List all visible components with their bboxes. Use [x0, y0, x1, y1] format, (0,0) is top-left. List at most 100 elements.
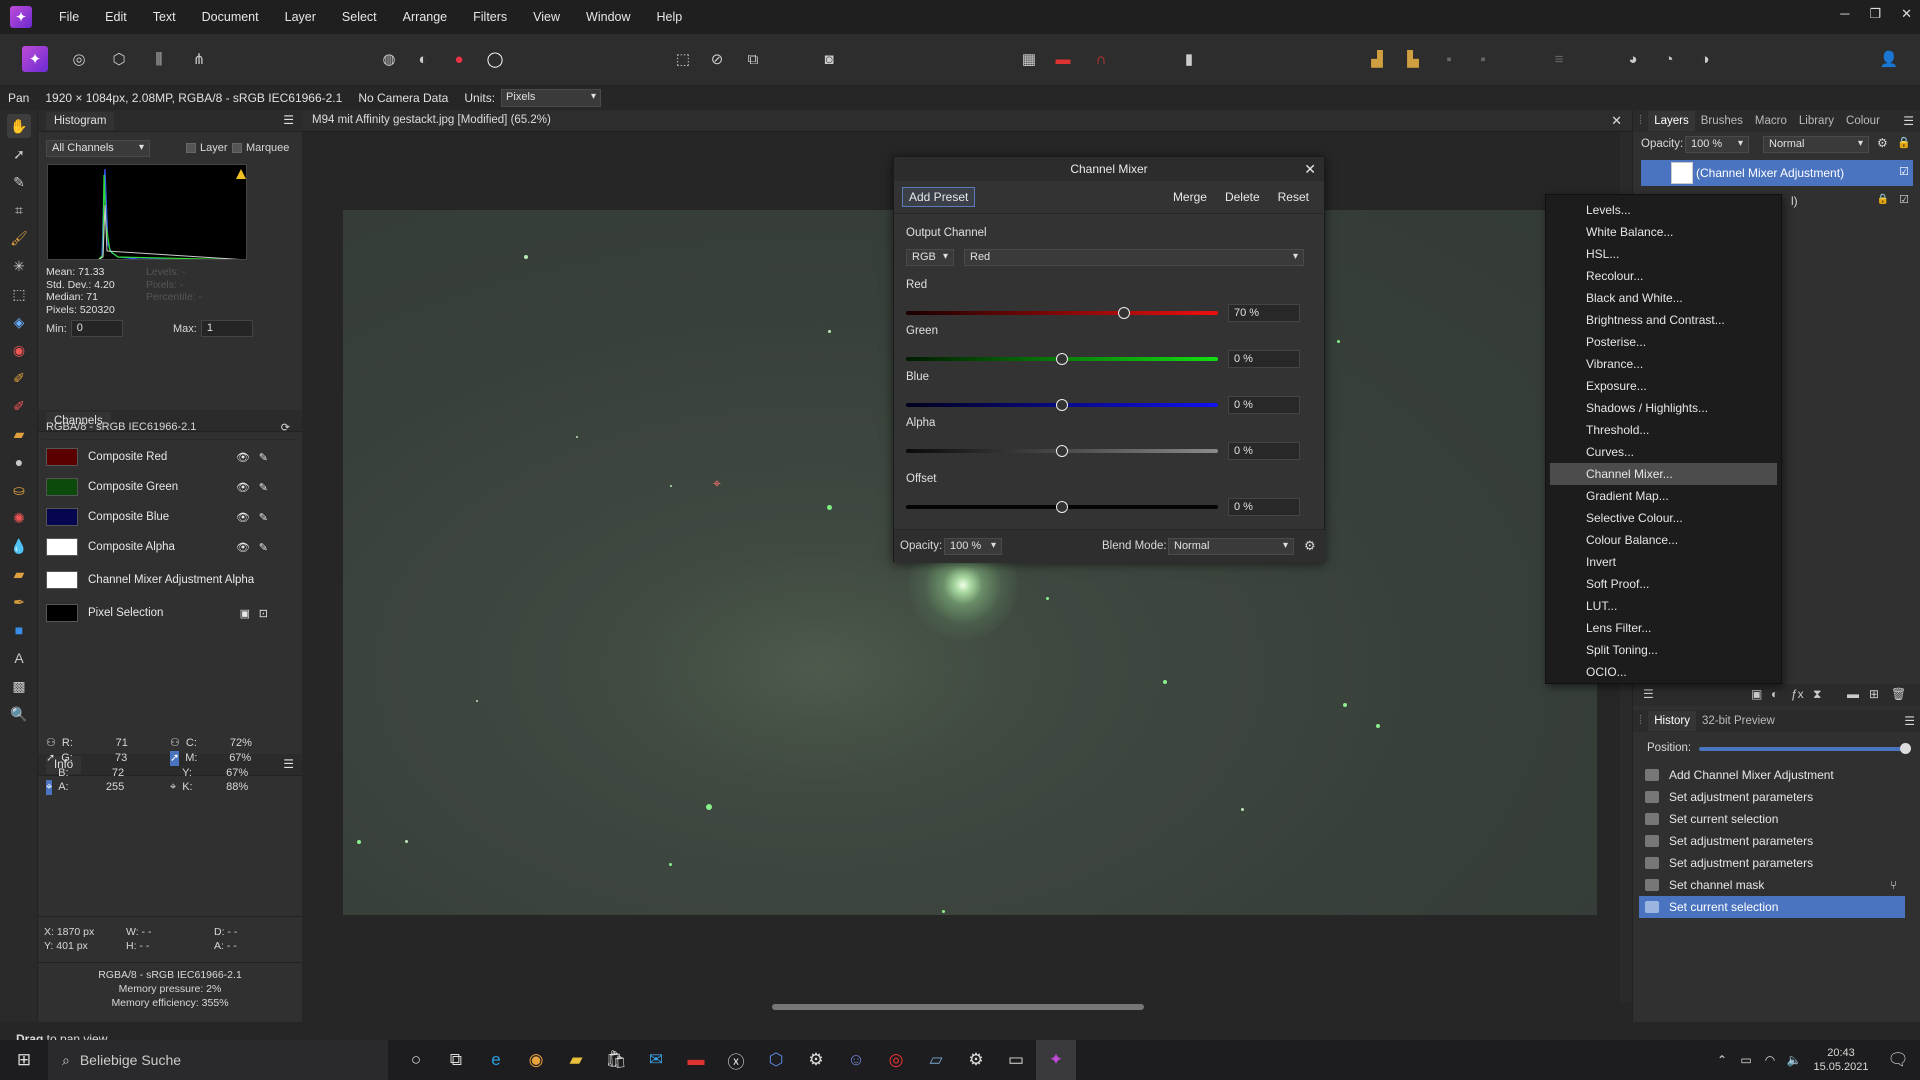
- delete-layer-icon[interactable]: 🗑: [1891, 687, 1906, 701]
- menu-item-selective-colour[interactable]: Selective Colour...: [1550, 507, 1777, 529]
- green-slider-thumb[interactable]: [1056, 353, 1068, 365]
- layer-settings-icon[interactable]: ⚙: [1877, 136, 1888, 150]
- menu-item-lens-filter[interactable]: Lens Filter...: [1550, 617, 1777, 639]
- paint-brush-icon[interactable]: ✐: [7, 366, 31, 390]
- menu-item-posterise[interactable]: Posterise...: [1550, 331, 1777, 353]
- menu-arrange[interactable]: Arrange: [390, 10, 460, 24]
- dialog-titlebar[interactable]: Channel Mixer ✕: [894, 157, 1324, 181]
- edit-pen-icon[interactable]: ✎: [259, 481, 268, 494]
- layer-visible-checkbox-icon[interactable]: ☑: [1899, 165, 1909, 178]
- marquee-check-icon[interactable]: [232, 143, 242, 154]
- align-icon[interactable]: ≡: [1546, 46, 1572, 72]
- menu-item-exposure[interactable]: Exposure...: [1550, 375, 1777, 397]
- menu-item-hsl[interactable]: HSL...: [1550, 243, 1777, 265]
- visibility-eye-icon[interactable]: 👁: [236, 541, 250, 554]
- tab-library[interactable]: Library: [1793, 115, 1840, 127]
- grid-icon[interactable]: ▬: [1050, 46, 1076, 72]
- layer-visible-checkbox-icon[interactable]: ☑: [1899, 193, 1909, 206]
- affinity-logo-icon[interactable]: ✦: [10, 6, 32, 28]
- menu-item-brightness-contrast[interactable]: Brightness and Contrast...: [1550, 309, 1777, 331]
- panel-menu-icon[interactable]: ☰: [283, 113, 294, 127]
- delete-button[interactable]: Delete: [1218, 187, 1267, 207]
- rectangle-tool-icon[interactable]: ■: [7, 618, 31, 642]
- adjustment-icon[interactable]: ◐: [1771, 687, 1778, 701]
- red-slider-thumb[interactable]: [1118, 307, 1131, 319]
- edit-pen-icon[interactable]: ✎: [259, 451, 268, 464]
- menu-layer[interactable]: Layer: [272, 10, 329, 24]
- layer-opacity-value[interactable]: 100 %: [1685, 136, 1749, 153]
- menu-item-black-and-white[interactable]: Black and White...: [1550, 287, 1777, 309]
- boolean-subtract-icon[interactable]: ◔: [1656, 46, 1682, 72]
- taskbar-search[interactable]: ⌕ Beliebige Suche: [48, 1040, 388, 1080]
- offset-slider-thumb[interactable]: [1056, 501, 1068, 513]
- discord-icon[interactable]: ☺: [836, 1040, 876, 1080]
- channel-select[interactable]: All Channels: [46, 140, 150, 157]
- tab-macro[interactable]: Macro: [1749, 115, 1793, 127]
- min-input[interactable]: 0: [70, 320, 123, 337]
- branch-icon[interactable]: ⑂: [1890, 878, 1897, 892]
- green-value-input[interactable]: 0 %: [1228, 350, 1300, 368]
- marquee-mode-icon[interactable]: ⬚: [670, 46, 696, 72]
- selection-brush-icon[interactable]: 🖌: [7, 226, 31, 250]
- app-icon-gear[interactable]: ⚙: [796, 1040, 836, 1080]
- channel-row-red[interactable]: Composite Red 👁 ✎: [42, 442, 290, 472]
- app-icon-note[interactable]: ▱: [916, 1040, 956, 1080]
- cursor-icon[interactable]: ➚: [170, 750, 180, 766]
- menu-item-lut[interactable]: LUT...: [1550, 595, 1777, 617]
- fx-icon[interactable]: ƒx: [1791, 687, 1804, 701]
- layer-blend-value[interactable]: Normal: [1763, 136, 1869, 153]
- auto-contrast-icon[interactable]: ◐: [410, 46, 436, 72]
- history-item[interactable]: Set adjustment parameters: [1639, 852, 1905, 874]
- liquify-persona-icon[interactable]: ◎: [66, 46, 92, 72]
- menu-window[interactable]: Window: [573, 10, 643, 24]
- zoom-tool-icon[interactable]: 🔍: [7, 702, 31, 726]
- reset-button[interactable]: Reset: [1271, 187, 1316, 207]
- auto-levels-icon[interactable]: ◍: [376, 46, 402, 72]
- wifi-icon[interactable]: ◠: [1758, 1040, 1782, 1080]
- blue-slider-thumb[interactable]: [1056, 399, 1068, 411]
- channel-row-green[interactable]: Composite Green 👁 ✎: [42, 472, 290, 502]
- panel-menu-icon[interactable]: ☰: [1903, 114, 1914, 128]
- channel-row-pixel-selection[interactable]: Pixel Selection ▣ ⊡: [42, 598, 290, 628]
- panel-menu-icon[interactable]: ☰: [283, 757, 294, 771]
- history-item[interactable]: Set adjustment parameters: [1639, 830, 1905, 852]
- tab-history[interactable]: History: [1648, 711, 1696, 731]
- app-icon-circle[interactable]: ◎: [876, 1040, 916, 1080]
- menu-item-gradient-map[interactable]: Gradient Map...: [1550, 485, 1777, 507]
- auto-colors-icon[interactable]: ●: [446, 46, 472, 72]
- alpha-value-input[interactable]: 0 %: [1228, 442, 1300, 460]
- merge-button[interactable]: Merge: [1166, 187, 1214, 207]
- close-window-icon[interactable]: ✕: [1901, 6, 1912, 22]
- layer-checkbox[interactable]: Layer: [186, 142, 228, 154]
- blend-mode-value[interactable]: Normal: [1168, 538, 1294, 555]
- deselect-icon[interactable]: ⊘: [704, 46, 730, 72]
- tray-device-icon[interactable]: ▭: [1734, 1040, 1758, 1080]
- user-account-icon[interactable]: 👤: [1876, 46, 1902, 72]
- visibility-eye-icon[interactable]: 👁: [236, 511, 250, 524]
- layer-blend-select[interactable]: Normal: [1763, 136, 1869, 153]
- notifications-icon[interactable]: 🗨: [1876, 1040, 1920, 1080]
- arrange-icon-3[interactable]: ▪: [1436, 46, 1462, 72]
- view-tool-icon[interactable]: ✋: [7, 114, 31, 138]
- layer-stack-icon[interactable]: ☰: [1643, 687, 1654, 701]
- edge-icon[interactable]: e: [476, 1040, 516, 1080]
- marquee-tool-icon[interactable]: ⬚: [7, 282, 31, 306]
- tone-mapping-persona-icon[interactable]: ⫼: [146, 46, 172, 72]
- menu-item-channel-mixer[interactable]: Channel Mixer...: [1550, 463, 1777, 485]
- arrange-icon-4[interactable]: ▪: [1470, 46, 1496, 72]
- layer-opacity-select[interactable]: 100 %: [1685, 136, 1749, 153]
- opacity-value[interactable]: 100 %: [944, 538, 1002, 555]
- menu-item-colour-balance[interactable]: Colour Balance...: [1550, 529, 1777, 551]
- layer-check-icon[interactable]: [186, 143, 196, 154]
- refresh-icon[interactable]: ⟳: [281, 421, 290, 434]
- mask-layer-icon[interactable]: ▣: [1751, 687, 1762, 701]
- flood-select-icon[interactable]: ✳: [7, 254, 31, 278]
- menu-item-levels[interactable]: Levels...: [1550, 199, 1777, 221]
- channel-select-value[interactable]: All Channels: [46, 140, 150, 157]
- develop-persona-icon[interactable]: ⬡: [106, 46, 132, 72]
- boolean-add-icon[interactable]: ◕: [1620, 46, 1646, 72]
- menu-view[interactable]: View: [520, 10, 573, 24]
- menu-file[interactable]: File: [46, 10, 92, 24]
- clock[interactable]: 20:43 15.05.2021: [1806, 1046, 1876, 1074]
- chrome-icon[interactable]: ◉: [516, 1040, 556, 1080]
